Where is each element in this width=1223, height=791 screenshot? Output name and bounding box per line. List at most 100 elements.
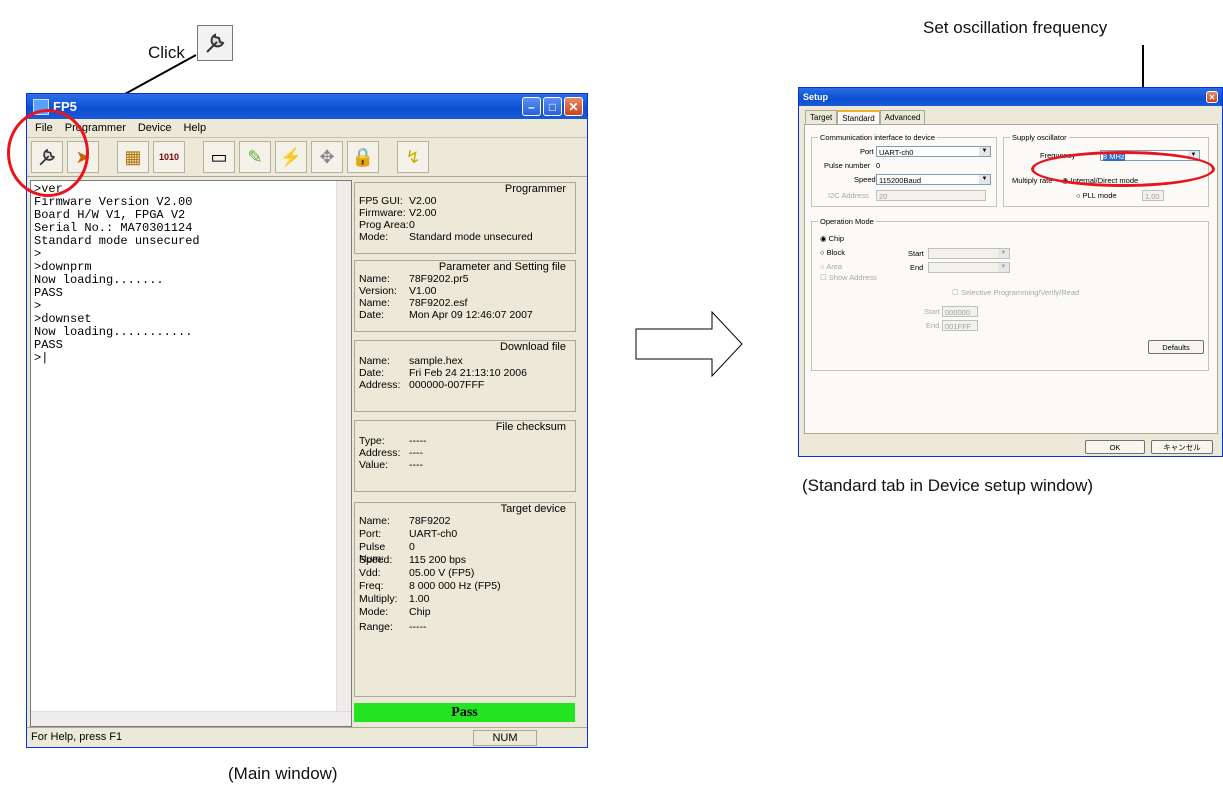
setup-window-caption: (Standard tab in Device setup window)	[802, 476, 1094, 495]
chevron-down-icon: ▼	[979, 147, 990, 156]
kv-label: FP5 GUI:	[359, 195, 403, 207]
kv-value: Mon Apr 09 12:46:07 2007	[409, 309, 533, 321]
security-icon[interactable]: 🔒	[347, 141, 379, 173]
wrench-highlight-ellipse	[7, 109, 89, 197]
area-radio[interactable]: ○ Area	[820, 262, 842, 271]
port-select[interactable]: UART-ch0 ▼	[876, 146, 991, 157]
blank-check-icon[interactable]: ▭	[203, 141, 235, 173]
operation-mode-group: Operation Mode ◉ Chip ○ Block ○ Area ☐ S…	[811, 217, 1209, 371]
erase-icon[interactable]: ✎	[239, 141, 271, 173]
verify-icon[interactable]: ✥	[311, 141, 343, 173]
kv-value: 78F9202.pr5	[409, 273, 469, 285]
kv-label: Speed:	[359, 554, 393, 566]
hex-load-icon[interactable]: 1010	[153, 141, 185, 173]
comm-interface-group: Communication interface to device Port U…	[811, 133, 997, 207]
close-button[interactable]: ✕	[564, 97, 583, 116]
block-radio[interactable]: ○ Block	[820, 248, 845, 257]
kv-value: UART-ch0	[409, 528, 458, 540]
kv-label: Date:	[359, 309, 385, 321]
start-address-field[interactable]: 000000	[942, 306, 978, 317]
tab-advanced[interactable]: Advanced	[879, 110, 926, 125]
autoprocedure-icon[interactable]: ↯	[397, 141, 429, 173]
start-block-select[interactable]: ▼	[928, 248, 1010, 259]
kv-label: Firmware:	[359, 207, 406, 219]
console-text: >ver Firmware Version V2.00 Board H/W V1…	[34, 182, 200, 365]
pll-mode-label: PLL mode	[1082, 191, 1117, 200]
parameter-file-title: Parameter and Setting file	[435, 261, 569, 273]
kv-value: V1.00	[409, 285, 437, 297]
kv-value: V2.00	[409, 195, 437, 207]
download-file-group: Download file Name: sample.hex Date: Fri F…	[354, 340, 576, 412]
minimize-button[interactable]: –	[522, 97, 541, 116]
menu-help[interactable]: Help	[183, 122, 206, 134]
main-titlebar[interactable]: FP5 – □ ✕	[27, 94, 587, 119]
kv-value: 8 000 000 Hz (FP5)	[409, 580, 501, 592]
comm-interface-title: Communication interface to device	[818, 133, 938, 142]
kv-label: Prog Area:	[359, 219, 409, 231]
kv-label: Name:	[359, 297, 390, 309]
info-pane: Programmer FP5 GUI: V2.00 Firmware: V2.00 …	[353, 180, 579, 727]
port-value: UART-ch0	[879, 148, 914, 157]
defaults-button[interactable]: Defaults	[1148, 340, 1204, 354]
pulse-number-value: 0	[876, 161, 881, 170]
chip-radio[interactable]: ◉ Chip	[820, 234, 844, 243]
tab-target[interactable]: Target	[805, 110, 838, 125]
i2c-address-field[interactable]: 20	[876, 190, 986, 201]
kv-value: -----	[409, 621, 427, 633]
console-horizontal-scrollbar[interactable]	[31, 711, 351, 726]
chip-icon[interactable]: ▦	[117, 141, 149, 173]
kv-value: 1.00	[409, 593, 430, 605]
target-device-group: Target device Name: 78F9202 Port: UART-ch0…	[354, 502, 576, 697]
start2-label: Start	[924, 307, 940, 316]
kv-label: Vdd:	[359, 567, 381, 579]
end-label: End	[910, 263, 924, 272]
kv-label: Port:	[359, 528, 382, 540]
kv-label: Mode:	[359, 606, 389, 618]
kv-value: -----	[409, 435, 427, 447]
pll-mode-radio[interactable]: ○ PLL mode	[1076, 191, 1117, 200]
kv-value: 0	[409, 219, 415, 231]
selective-programming-label: Selective Programming/Verify/Read	[960, 288, 1080, 297]
menu-device[interactable]: Device	[138, 122, 172, 134]
kv-label: Version:	[359, 285, 397, 297]
console-output[interactable]: >ver Firmware Version V2.00 Board H/W V1…	[30, 180, 352, 727]
port-label: Port	[860, 147, 874, 156]
speed-value: 115200Baud	[879, 176, 921, 185]
setup-window: Setup ✕ Target Standard Advanced Communi…	[798, 87, 1223, 457]
toolbar: ➤ ▦ 1010 ▭ ✎ ⚡ ✥ 🔒 ↯	[27, 138, 587, 177]
selective-programming-checkbox[interactable]: ☐ Selective Programming/Verify/Read	[952, 288, 1079, 297]
setup-close-button[interactable]: ✕	[1206, 91, 1218, 103]
end-address-field[interactable]: 001FFF	[942, 320, 978, 331]
kv-value: Standard mode unsecured	[409, 231, 533, 243]
console-vertical-scrollbar[interactable]	[336, 181, 351, 726]
speed-select[interactable]: 115200Baud ▼	[876, 174, 991, 185]
show-address-checkbox[interactable]: ☐ Show Address	[820, 273, 877, 282]
menu-bar: File Programmer Device Help	[27, 119, 587, 138]
kv-label: Value:	[359, 459, 388, 471]
num-lock-indicator: NUM	[473, 730, 537, 746]
ok-button[interactable]: OK	[1085, 440, 1145, 454]
cancel-button[interactable]: キャンセル	[1151, 440, 1213, 454]
download-file-title: Download file	[496, 341, 569, 353]
start-label: Start	[908, 249, 924, 258]
setup-titlebar[interactable]: Setup ✕	[799, 88, 1222, 106]
chevron-down-icon: ▼	[998, 263, 1009, 272]
pll-rate-field[interactable]: 1.00	[1142, 190, 1164, 201]
programmer-title: Programmer	[501, 183, 569, 195]
speed-label: Speed	[854, 175, 876, 184]
status-bar: For Help, press F1 NUM	[27, 727, 587, 747]
program-icon[interactable]: ⚡	[275, 141, 307, 173]
block-label: Block	[826, 248, 845, 257]
kv-value: 05.00 V (FP5)	[409, 567, 475, 579]
kv-value: ----	[409, 459, 423, 471]
kv-value: sample.hex	[409, 355, 463, 367]
kv-label: Freq:	[359, 580, 384, 592]
end-block-select[interactable]: ▼	[928, 262, 1010, 273]
kv-label: Type:	[359, 435, 385, 447]
end2-label: End	[926, 321, 940, 330]
setup-title: Setup	[803, 92, 829, 102]
tab-standard[interactable]: Standard	[837, 110, 880, 125]
maximize-button[interactable]: □	[543, 97, 562, 116]
kv-label: Multiply:	[359, 593, 398, 605]
kv-value: ----	[409, 447, 423, 459]
